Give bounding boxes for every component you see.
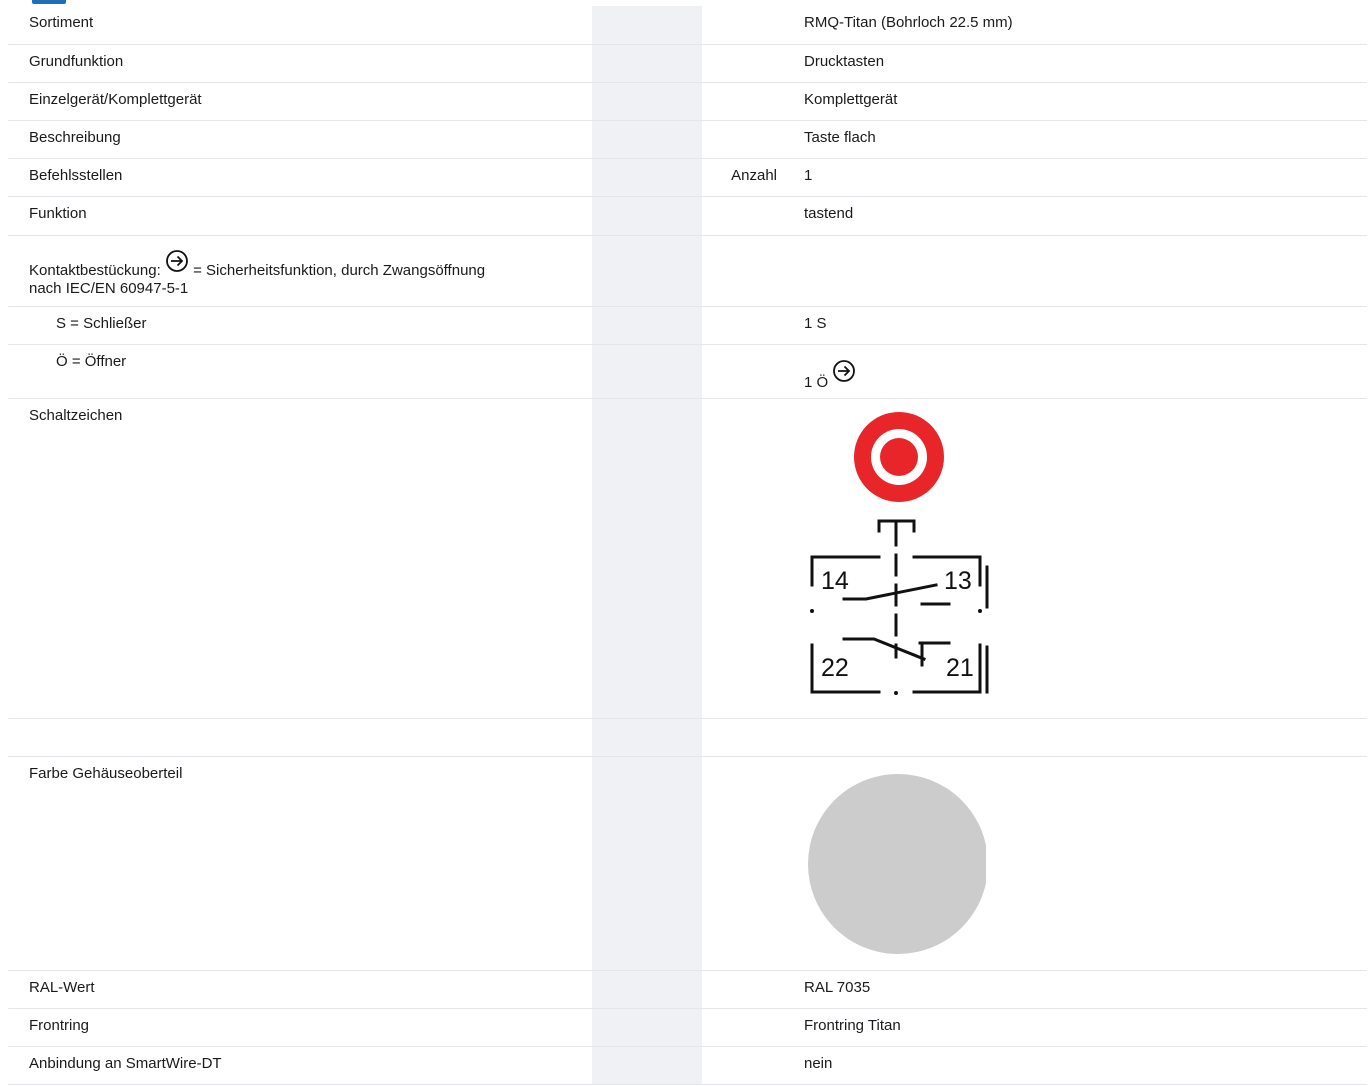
row-value: 1	[782, 158, 1367, 197]
row-value: Komplettgerät	[782, 82, 1367, 121]
row-label: RAL-Wert	[8, 970, 592, 1009]
positive-opening-icon	[166, 249, 188, 272]
table-row: Farbe Gehäuseoberteil	[8, 756, 1367, 971]
terminal-label: 21	[946, 654, 974, 682]
table-row: Ö = Öffner 1 Ö	[8, 344, 1367, 399]
terminal-label: 22	[821, 654, 849, 682]
row-value: RAL 7035	[782, 970, 1367, 1009]
table-row: Anbindung an SmartWire-DT nein	[8, 1046, 1367, 1085]
row-label: Schaltzeichen	[8, 398, 592, 719]
row-value: tastend	[782, 196, 1367, 236]
row-label: Ö = Öffner	[8, 344, 592, 399]
table-row: Grundfunktion Drucktasten	[8, 44, 1367, 83]
table-row: Beschreibung Taste flach	[8, 120, 1367, 159]
row-value: 1 S	[782, 306, 1367, 345]
row-label: Grundfunktion	[8, 44, 592, 83]
contact-label: Kontaktbestückung: = Sicherheitsfunktion…	[8, 235, 592, 307]
row-label: Sortiment	[8, 6, 592, 45]
row-value: Frontring Titan	[782, 1008, 1367, 1047]
table-row: Funktion tastend	[8, 196, 1367, 236]
row-value: Taste flach	[782, 120, 1367, 159]
table-row: RAL-Wert RAL 7035	[8, 970, 1367, 1009]
table-row: Kontaktbestückung: = Sicherheitsfunktion…	[8, 235, 1367, 307]
table-row	[8, 718, 1367, 757]
row-label: Funktion	[8, 196, 592, 236]
row-label: Befehlsstellen	[8, 158, 592, 197]
housing-color-swatch	[782, 756, 1367, 971]
section-heading-fragment	[32, 0, 66, 4]
row-label: Frontring	[8, 1008, 592, 1047]
row-value: RMQ-Titan (Bohrloch 22.5 mm)	[782, 6, 1367, 45]
specification-table: Sortiment RMQ-Titan (Bohrloch 22.5 mm) G…	[8, 6, 1367, 1085]
terminal-label: 13	[944, 567, 972, 595]
row-label: Beschreibung	[8, 120, 592, 159]
row-label: Einzelgerät/Komplettgerät	[8, 82, 592, 121]
table-row: Einzelgerät/Komplettgerät Komplettgerät	[8, 82, 1367, 121]
row-unit: Anzahl	[702, 158, 782, 197]
row-value: nein	[782, 1046, 1367, 1085]
terminal-label: 14	[821, 567, 849, 595]
table-row: Schaltzeichen 14 13 22 21	[8, 398, 1367, 719]
row-label: S = Schließer	[8, 306, 592, 345]
table-row: Frontring Frontring Titan	[8, 1008, 1367, 1047]
row-value: Drucktasten	[782, 44, 1367, 83]
gray-circle-swatch	[808, 773, 986, 954]
table-row: S = Schließer 1 S	[8, 306, 1367, 345]
circuit-symbol: 14 13 22 21	[782, 398, 1367, 719]
row-label: Farbe Gehäuseoberteil	[8, 756, 592, 971]
table-row: Befehlsstellen Anzahl 1	[8, 158, 1367, 197]
row-value: 1 Ö	[782, 344, 1367, 399]
circuit-symbol-drawing: 14 13 22 21	[810, 411, 989, 695]
table-row: Sortiment RMQ-Titan (Bohrloch 22.5 mm)	[8, 6, 1367, 45]
positive-opening-icon	[833, 359, 856, 382]
row-label: Anbindung an SmartWire-DT	[8, 1046, 592, 1085]
